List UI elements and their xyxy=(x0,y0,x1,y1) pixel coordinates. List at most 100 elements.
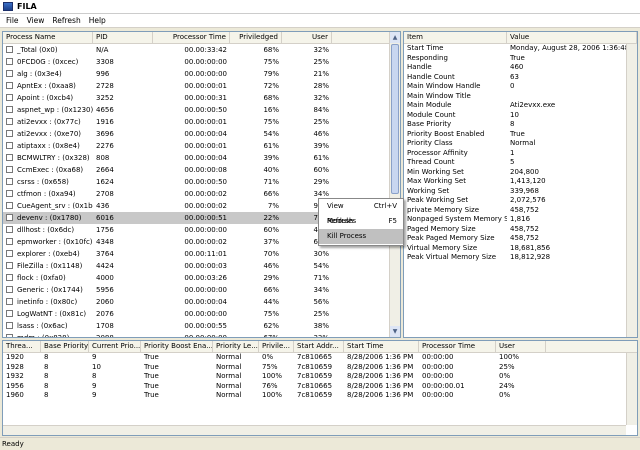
process-checkbox[interactable] xyxy=(6,262,13,269)
detail-row[interactable]: Paged Memory Size 458,752 xyxy=(404,225,637,235)
process-list[interactable]: Process Name PID Processor Time Priviled… xyxy=(2,31,401,338)
process-list-scrollbar[interactable]: ▲ ▼ xyxy=(389,32,400,337)
detail-row[interactable]: Handle Count 63 xyxy=(404,73,637,83)
process-row[interactable]: CcmExec : (0xa68) 2664 00.00:00:08 40% 60% xyxy=(3,164,400,176)
col-thread-privileged[interactable]: Privile... xyxy=(259,341,294,352)
process-checkbox[interactable] xyxy=(6,214,13,221)
detail-row[interactable]: Base Priority 8 xyxy=(404,120,637,130)
process-checkbox[interactable] xyxy=(6,178,13,185)
process-row[interactable]: ApntEx : (0xaa8) 2728 00.00:00:01 72% 28% xyxy=(3,80,400,92)
process-checkbox[interactable] xyxy=(6,190,13,197)
col-base-priority[interactable]: Base Priority xyxy=(41,341,89,352)
process-checkbox[interactable] xyxy=(6,142,13,149)
process-checkbox[interactable] xyxy=(6,106,13,113)
process-checkbox[interactable] xyxy=(6,166,13,173)
process-row[interactable]: inetinfo : (0x80c) 2060 00.00:00:04 44% 56% xyxy=(3,296,400,308)
process-checkbox[interactable] xyxy=(6,298,13,305)
menu-file[interactable]: File xyxy=(2,16,23,25)
detail-row[interactable]: Module Count 10 xyxy=(404,111,637,121)
col-thread-processor-time[interactable]: Processor Time xyxy=(419,341,496,352)
thread-row[interactable]: 1956 8 9 True Normal 76% 7c810665 8/28/2006 1:3… xyxy=(3,382,637,392)
menu-view[interactable]: View xyxy=(23,16,49,25)
detail-row[interactable]: Handle 460 xyxy=(404,63,637,73)
thread-row[interactable]: 1920 8 9 True Normal 0% 7c810665 8/28/2006 1:36… xyxy=(3,353,637,363)
process-checkbox[interactable] xyxy=(6,154,13,161)
process-checkbox[interactable] xyxy=(6,202,13,209)
process-checkbox[interactable] xyxy=(6,310,13,317)
process-checkbox[interactable] xyxy=(6,118,13,125)
thread-row[interactable]: 1932 8 8 True Normal 100% 7c810659 8/28/2006 1:… xyxy=(3,372,637,382)
detail-row[interactable]: Start Time Monday, August 28, 2006 1:36:4… xyxy=(404,44,637,54)
col-current-priority[interactable]: Current Prio... xyxy=(89,341,141,352)
process-checkbox[interactable] xyxy=(6,46,13,53)
process-details[interactable]: Item Value Start Time Monday, August 28, … xyxy=(403,31,638,338)
process-checkbox[interactable] xyxy=(6,286,13,293)
process-checkbox[interactable] xyxy=(6,94,13,101)
thread-row[interactable]: 1928 8 10 True Normal 75% 7c810659 8/28/2006 1:… xyxy=(3,363,637,373)
process-checkbox[interactable] xyxy=(6,226,13,233)
process-checkbox[interactable] xyxy=(6,70,13,77)
col-privileged[interactable]: Priviledged xyxy=(230,32,282,43)
col-priority-boost[interactable]: Priority Boost Ena... xyxy=(141,341,213,352)
process-row[interactable]: BCMWLTRY : (0x328) 808 00.00:00:04 39% 61% xyxy=(3,152,400,164)
col-thread-user[interactable]: User xyxy=(496,341,546,352)
process-row[interactable]: 0FCD0G : (0xcec) 3308 00.00:00:00 75% 25% xyxy=(3,56,400,68)
process-row[interactable]: alg : (0x3e4) 996 00.00:00:00 79% 21% xyxy=(3,68,400,80)
process-checkbox[interactable] xyxy=(6,322,13,329)
detail-row[interactable]: Min Working Set 204,800 xyxy=(404,168,637,178)
process-checkbox[interactable] xyxy=(6,130,13,137)
process-checkbox[interactable] xyxy=(6,274,13,281)
detail-row[interactable]: Peak Working Set 2,072,576 xyxy=(404,196,637,206)
process-row[interactable]: flock : (0xfa0) 4000 00.00:03:26 29% 71% xyxy=(3,272,400,284)
process-row[interactable]: aspnet_wp : (0x1230) 4656 00.00:00:50 16% 84… xyxy=(3,104,400,116)
menu-help[interactable]: Help xyxy=(85,16,110,25)
menu-refresh[interactable]: Refresh xyxy=(48,16,84,25)
thread-list[interactable]: Threa... Base Priority Current Prio... P… xyxy=(2,340,638,436)
detail-row[interactable]: Priority Class Normal xyxy=(404,139,637,149)
col-start-time[interactable]: Start Time xyxy=(344,341,419,352)
process-row[interactable]: Apoint : (0xcb4) 3252 00.00:00:31 68% 32% xyxy=(3,92,400,104)
process-checkbox[interactable] xyxy=(6,250,13,257)
process-row[interactable]: LogWatNT : (0x81c) 2076 00.00:00:00 75% 25% xyxy=(3,308,400,320)
col-start-address[interactable]: Start Addr... xyxy=(294,341,344,352)
menu-item-refresh[interactable]: Refresh F5 xyxy=(319,214,403,229)
menu-item-view-modules[interactable]: View Modules Ctrl+V xyxy=(319,199,403,225)
col-process-name[interactable]: Process Name xyxy=(3,32,93,43)
detail-row[interactable]: Processor Affinity 1 xyxy=(404,149,637,159)
thread-list-hscrollbar[interactable] xyxy=(3,425,626,435)
detail-row[interactable]: Main Window Title xyxy=(404,92,637,102)
process-row[interactable]: mdm : (0x828) 2088 00.00:00:00 67% 33% xyxy=(3,332,400,337)
detail-row[interactable]: Max Working Set 1,413,120 xyxy=(404,177,637,187)
thread-list-scrollbar[interactable] xyxy=(626,353,637,425)
thread-row[interactable]: 1960 8 9 True Normal 100% 7c810659 8/28/2006 1:… xyxy=(3,391,637,401)
process-row[interactable]: ati2evxx : (0xe70) 3696 00.00:00:04 54% 46% xyxy=(3,128,400,140)
detail-row[interactable]: Virtual Memory Size 18,681,856 xyxy=(404,244,637,254)
detail-row[interactable]: Main Window Handle 0 xyxy=(404,82,637,92)
process-row[interactable]: atiptaxx : (0x8e4) 2276 00.00:00:01 61% 39% xyxy=(3,140,400,152)
process-row[interactable]: explorer : (0xeb4) 3764 00.00:11:01 70% 30% xyxy=(3,248,400,260)
scroll-thumb[interactable] xyxy=(391,44,399,194)
process-row[interactable]: FileZilla : (0x1148) 4424 00.00:00:03 46% 54… xyxy=(3,260,400,272)
detail-row[interactable]: Peak Paged Memory Size 458,752 xyxy=(404,234,637,244)
detail-row[interactable]: Nonpaged System Memory Size1,816 xyxy=(404,215,637,225)
process-checkbox[interactable] xyxy=(6,58,13,65)
detail-row[interactable]: Thread Count 5 xyxy=(404,158,637,168)
col-priority-level[interactable]: Priority Le... xyxy=(213,341,259,352)
col-item[interactable]: Item xyxy=(404,32,507,43)
detail-row[interactable]: Working Set 339,968 xyxy=(404,187,637,197)
details-scrollbar[interactable] xyxy=(626,44,637,337)
col-value[interactable]: Value xyxy=(507,32,637,43)
detail-row[interactable]: Responding True xyxy=(404,54,637,64)
process-row[interactable]: ati2evxx : (0x77c) 1916 00.00:00:01 75% 25% xyxy=(3,116,400,128)
detail-row[interactable]: Priority Boost Enabled True xyxy=(404,130,637,140)
col-processor-time[interactable]: Processor Time xyxy=(153,32,230,43)
process-row[interactable]: lsass : (0x6ac) 1708 00.00:00:55 62% 38% xyxy=(3,320,400,332)
process-row[interactable]: Generic : (0x1744) 5956 00.00:00:00 66% 34% xyxy=(3,284,400,296)
process-checkbox[interactable] xyxy=(6,82,13,89)
detail-row[interactable]: Main Module Ati2evxx.exe xyxy=(404,101,637,111)
menu-item-kill-process[interactable]: Kill Process xyxy=(319,229,403,244)
col-thread[interactable]: Threa... xyxy=(3,341,41,352)
process-row[interactable]: csrss : (0x658) 1624 00.00:00:50 71% 29% xyxy=(3,176,400,188)
scroll-up-icon[interactable]: ▲ xyxy=(390,32,400,43)
process-row[interactable]: _Total (0x0) N/A 00.00:33:42 68% 32% xyxy=(3,44,400,56)
